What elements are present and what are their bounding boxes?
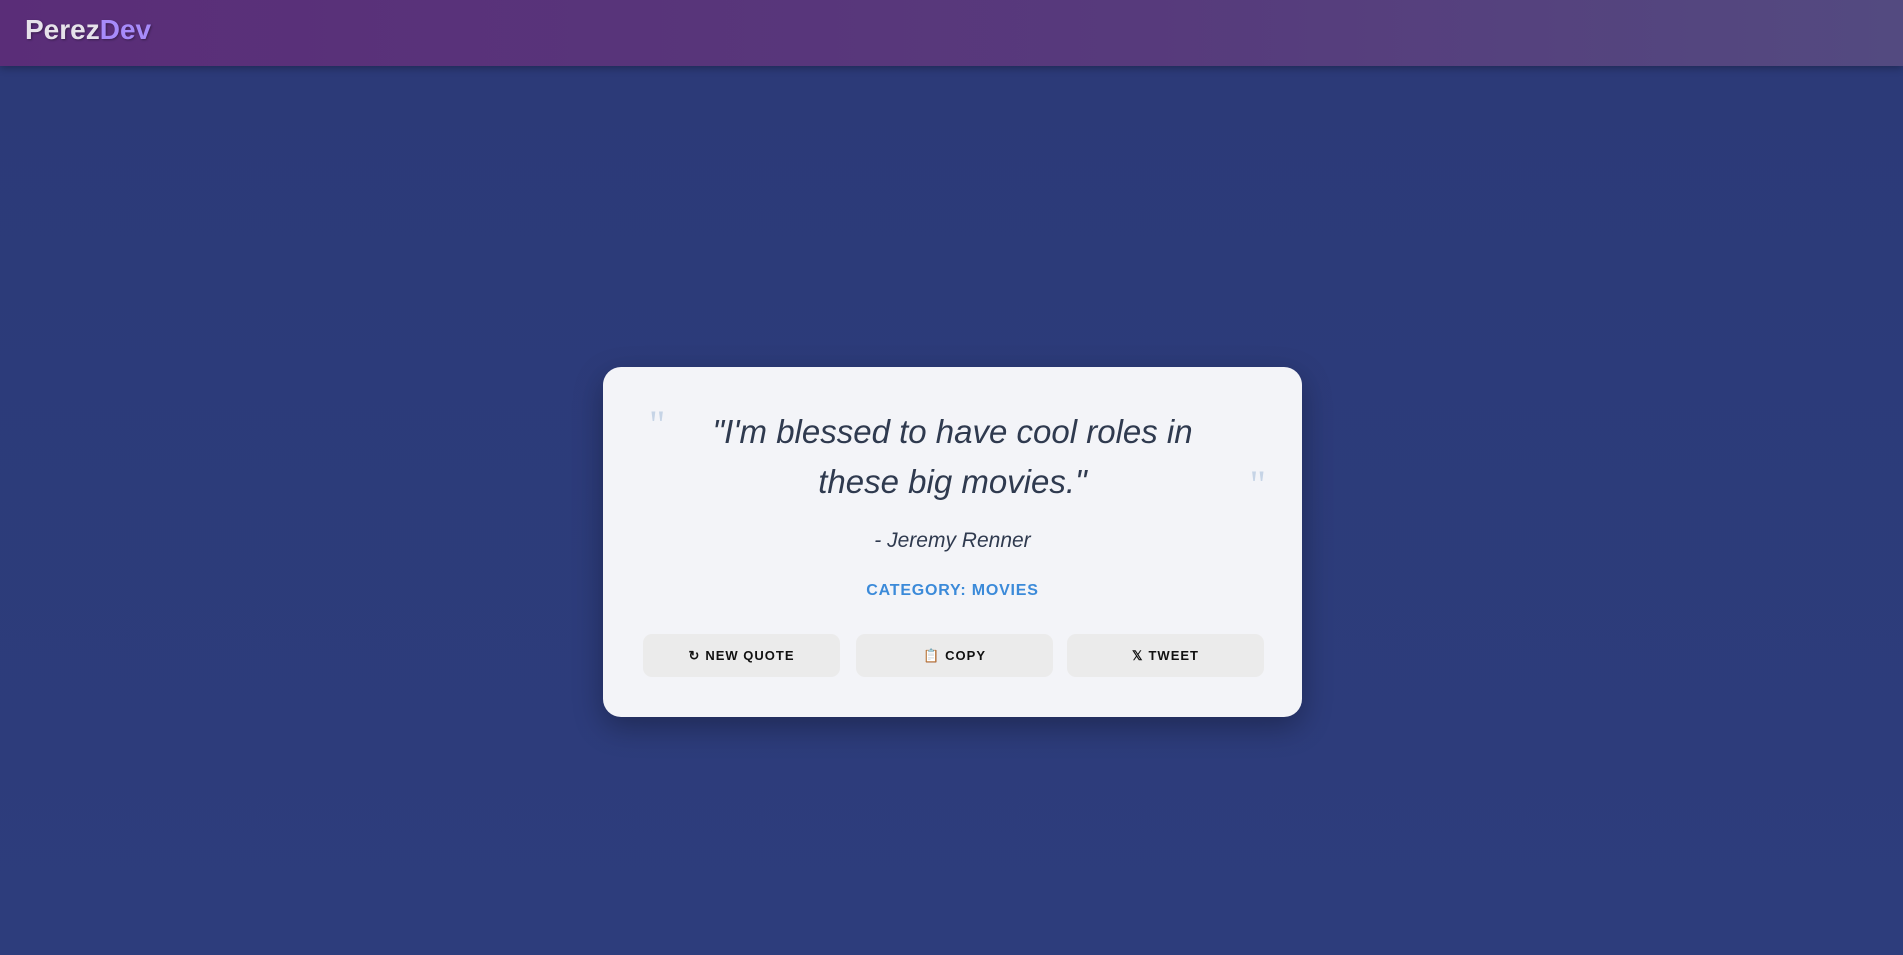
copy-button[interactable]: 📋 COPY xyxy=(856,634,1053,677)
quote-text: "I'm blessed to have cool roles in these… xyxy=(712,413,1193,500)
quote-category: CATEGORY: MOVIES xyxy=(866,582,1039,599)
tweet-label: TWEET xyxy=(1148,648,1199,663)
clipboard-icon: 📋 xyxy=(922,647,941,663)
quote-author: - Jeremy Renner xyxy=(874,529,1031,552)
copy-label: COPY xyxy=(945,648,987,663)
new-quote-label: NEW QUOTE xyxy=(705,648,795,663)
top-navbar: PerezDev xyxy=(0,0,1903,66)
new-quote-button[interactable]: ↻ NEW QUOTE xyxy=(643,634,840,677)
tweet-button[interactable]: 𝕏 TWEET xyxy=(1067,634,1264,677)
logo[interactable]: PerezDev xyxy=(25,14,151,46)
close-quote-icon: " xyxy=(1249,462,1266,507)
quote-card: " " "I'm blessed to have cool roles in t… xyxy=(603,367,1302,717)
x-logo-icon: 𝕏 xyxy=(1132,647,1144,663)
refresh-icon: ↻ xyxy=(688,647,701,663)
open-quote-icon: " xyxy=(649,402,666,447)
logo-text-perez: Perez xyxy=(25,14,100,45)
logo-text-dev: Dev xyxy=(99,14,152,45)
